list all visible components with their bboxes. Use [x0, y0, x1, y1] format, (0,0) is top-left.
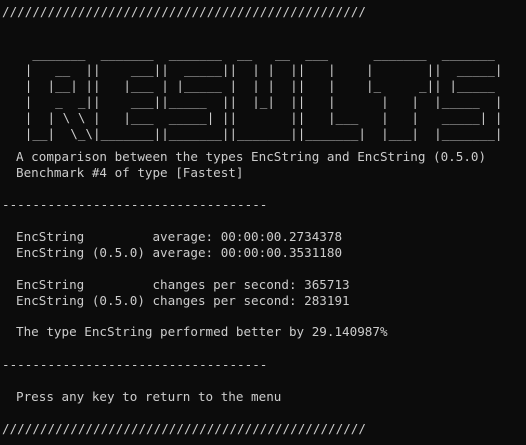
top-border-line: ////////////////////////////////////////…	[2, 4, 366, 19]
console-window[interactable]: ////////////////////////////////////////…	[0, 0, 526, 445]
separator-line-bottom: -----------------------------------	[2, 357, 268, 372]
changes-line-encstring-050: EncString (0.5.0) changes per second: 28…	[16, 293, 350, 308]
press-any-key-prompt: Press any key to return to the menu	[16, 389, 282, 404]
comparison-description: A comparison between the types EncString…	[16, 149, 487, 164]
average-line-encstring: EncString average: 00:00:00.2734378	[16, 229, 343, 244]
bottom-border-line: ////////////////////////////////////////…	[2, 421, 366, 436]
results-banner-ascii-art: _______ _______ _______ __ __ ___ ______…	[24, 46, 503, 141]
changes-line-encstring: EncString changes per second: 365713	[16, 277, 350, 292]
average-line-encstring-050: EncString (0.5.0) average: 00:00:00.3531…	[16, 245, 343, 260]
result-summary: The type EncString performed better by 2…	[16, 324, 388, 339]
benchmark-label: Benchmark #4 of type [Fastest]	[16, 165, 244, 180]
separator-line-top: -----------------------------------	[2, 197, 268, 212]
